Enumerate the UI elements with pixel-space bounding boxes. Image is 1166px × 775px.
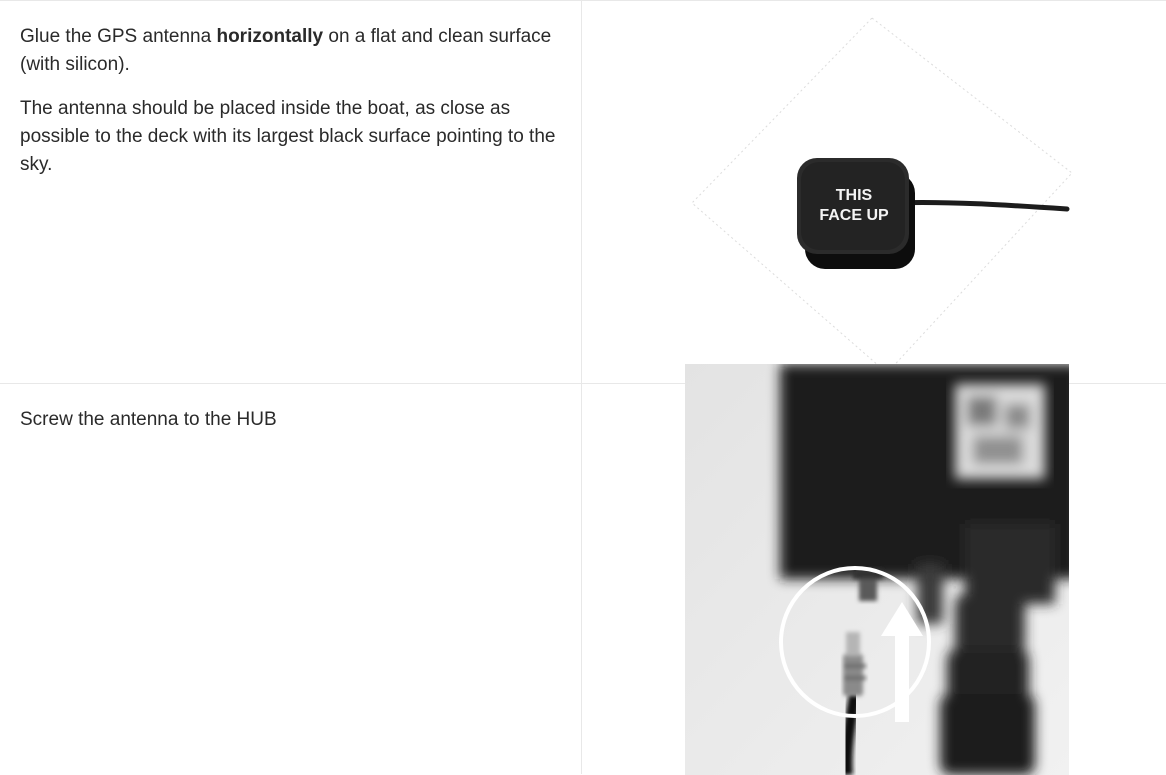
step2-paragraph: Screw the antenna to the HUB	[20, 409, 277, 430]
step2-text: Screw the antenna to the HUB	[20, 406, 560, 450]
step2-text-cell: Screw the antenna to the HUB	[0, 383, 582, 774]
step1-paragraph-1: Glue the GPS antenna horizontally on a f…	[20, 26, 552, 75]
antenna-label-line1: THIS	[836, 187, 873, 204]
step2-image-cell	[582, 364, 1166, 775]
qr-sticker	[955, 384, 1045, 479]
instruction-table: Glue the GPS antenna horizontally on a f…	[0, 0, 1166, 775]
step1-text: Glue the GPS antenna horizontally on a f…	[20, 23, 560, 195]
step1-text-cell: Glue the GPS antenna horizontally on a f…	[0, 0, 582, 383]
gps-antenna-image: THIS FACE UP	[691, 17, 1073, 374]
step1-paragraph-2: The antenna should be placed inside the …	[20, 98, 556, 175]
hub-photo	[685, 364, 1069, 775]
step1-image-cell: THIS FACE UP	[582, 0, 1166, 383]
emphasis-horizontally: horizontally	[216, 26, 324, 47]
antenna-cable	[889, 199, 1070, 212]
antenna-label-line2: FACE UP	[819, 207, 889, 224]
